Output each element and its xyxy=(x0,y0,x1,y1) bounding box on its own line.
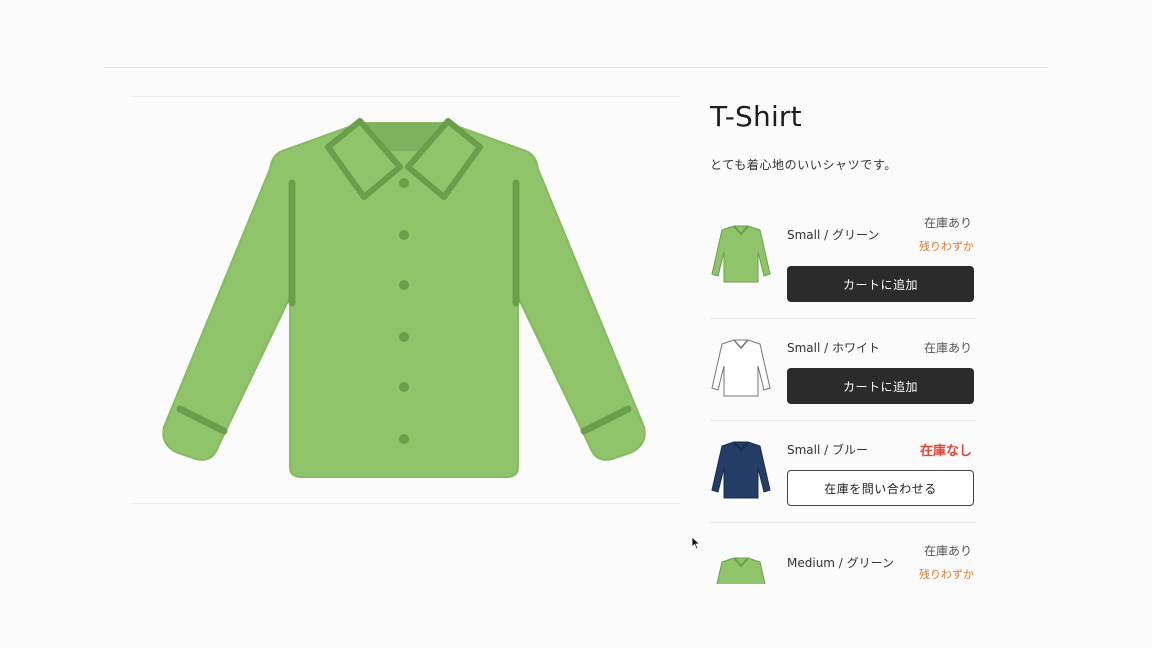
variant-divider xyxy=(710,522,976,523)
low-stock-badge: 残りわずか xyxy=(919,240,974,253)
variant-thumbnail xyxy=(711,225,771,283)
stock-status: 在庫あり xyxy=(923,341,972,355)
mouse-cursor-icon xyxy=(691,536,701,550)
variant-name: Medium / グリーン xyxy=(787,556,895,570)
stock-status: 在庫あり xyxy=(923,544,972,558)
add-to-cart-button[interactable]: カートに追加 xyxy=(787,266,974,302)
inquire-stock-button[interactable]: 在庫を問い合わせる xyxy=(787,470,974,506)
header-divider xyxy=(104,67,1048,68)
out-of-stock-badge: 在庫なし xyxy=(919,444,972,459)
low-stock-badge: 残りわずか xyxy=(919,568,974,581)
variant-name: Small / ブルー xyxy=(787,443,869,457)
variant-divider xyxy=(710,318,976,319)
variant-name: Small / グリーン xyxy=(787,228,880,242)
stock-status: 在庫あり xyxy=(923,216,972,230)
variant-thumbnail xyxy=(716,557,766,584)
variant-name: Small / ホワイト xyxy=(787,341,881,355)
variant-divider xyxy=(710,420,976,421)
variant-thumbnail xyxy=(711,339,771,397)
product-description: とても着心地のいいシャツです。 xyxy=(710,158,897,172)
product-title: T-Shirt xyxy=(710,100,802,133)
variant-thumbnail xyxy=(711,441,771,499)
variant-row: Medium / グリーン 在庫あり 残りわずか xyxy=(710,540,976,584)
add-to-cart-button[interactable]: カートに追加 xyxy=(787,368,974,404)
product-image xyxy=(162,118,646,478)
product-media[interactable] xyxy=(132,96,680,504)
